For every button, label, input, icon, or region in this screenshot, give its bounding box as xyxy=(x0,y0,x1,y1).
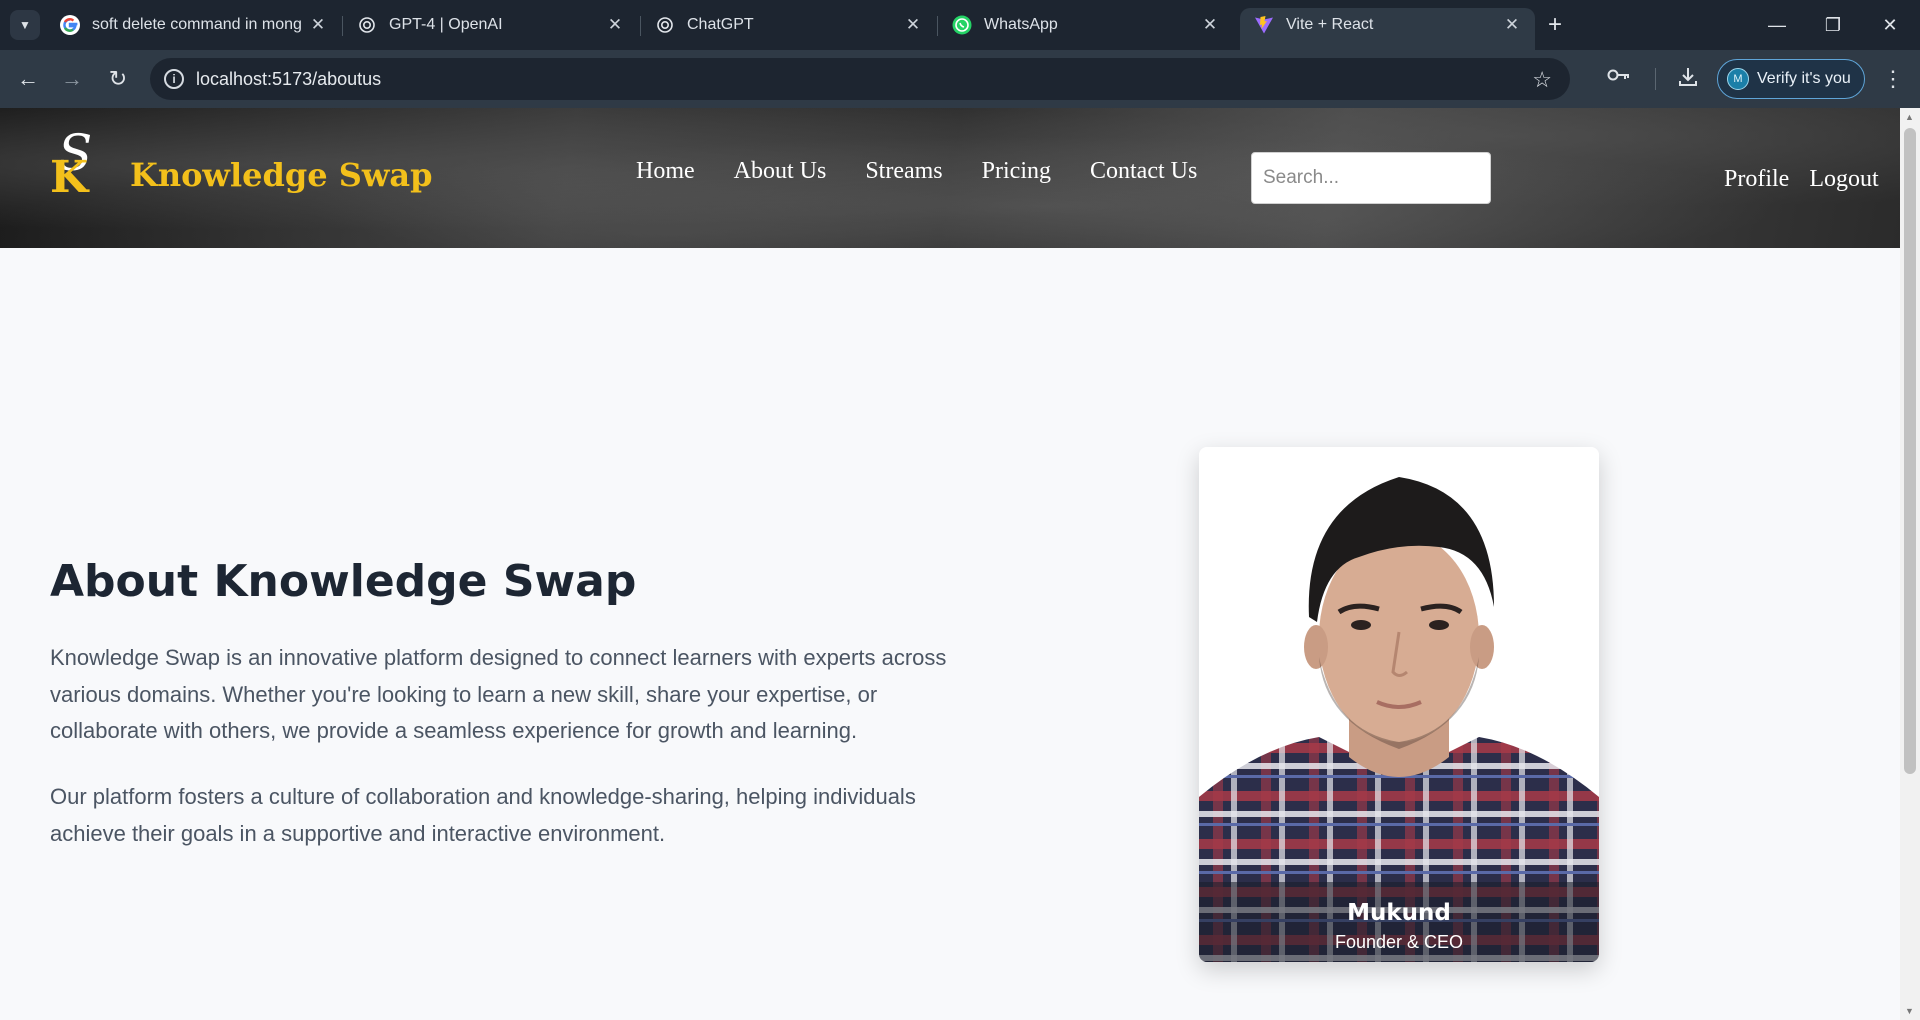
tab-title: Vite + React xyxy=(1286,16,1374,33)
profile-avatar: M xyxy=(1727,68,1749,90)
tab-title: ChatGPT xyxy=(687,16,754,33)
minimize-button[interactable]: — xyxy=(1762,10,1792,40)
scroll-up-icon[interactable]: ▲ xyxy=(1905,112,1914,122)
tab-title: soft delete command in mongo xyxy=(92,16,301,33)
profile-link[interactable]: Profile xyxy=(1724,166,1789,193)
scroll-thumb[interactable] xyxy=(1904,128,1916,774)
more-options-icon[interactable]: ⋮ xyxy=(1882,66,1904,92)
browser-tab[interactable]: WhatsApp ✕ xyxy=(938,8,1233,42)
arrow-right-icon: → xyxy=(61,66,83,91)
founder-caption: Mukund Founder & CEO xyxy=(1199,882,1599,962)
restore-button[interactable]: ❐ xyxy=(1818,10,1848,40)
close-icon[interactable]: ✕ xyxy=(904,15,922,35)
close-window-button[interactable]: ✕ xyxy=(1875,10,1905,40)
tab-search-button[interactable]: ▼ xyxy=(10,10,40,40)
url-text[interactable]: localhost:5173/aboutus xyxy=(196,69,381,90)
browser-tab-strip: ▼ soft delete command in mongo ✕ GPT-4 |… xyxy=(0,0,1920,50)
about-paragraph-2: Our platform fosters a culture of collab… xyxy=(50,784,916,846)
founder-role: Founder & CEO xyxy=(1334,932,1464,952)
nav-link-about-us[interactable]: About Us xyxy=(734,158,827,185)
plus-icon: + xyxy=(1547,11,1562,38)
tab-title: GPT-4 | OpenAI xyxy=(389,16,503,33)
logo-letter-k: K xyxy=(50,152,89,203)
back-button[interactable]: ← xyxy=(12,63,44,95)
founder-card: Mukund Founder & CEO xyxy=(1199,447,1599,962)
new-tab-button[interactable]: + xyxy=(1541,11,1569,39)
browser-toolbar: ← → ↻ i localhost:5173/aboutus ☆ M Verif… xyxy=(0,50,1920,108)
browser-tab-active[interactable]: Vite + React ✕ xyxy=(1240,8,1535,50)
verify-identity-button[interactable]: M Verify it's you xyxy=(1717,59,1865,99)
search-input[interactable] xyxy=(1251,152,1491,204)
close-icon[interactable]: ✕ xyxy=(606,15,624,35)
close-icon[interactable]: ✕ xyxy=(1503,15,1521,35)
star-icon[interactable]: ☆ xyxy=(1532,67,1552,93)
restore-icon: ❐ xyxy=(1824,14,1842,35)
reload-icon: ↻ xyxy=(108,66,128,91)
reload-button[interactable]: ↻ xyxy=(102,63,134,95)
scroll-down-icon[interactable]: ▼ xyxy=(1905,1006,1914,1016)
minimize-icon: — xyxy=(1768,14,1786,35)
site-info-icon[interactable]: i xyxy=(164,69,184,89)
whatsapp-icon xyxy=(952,15,972,35)
founder-name: Mukund xyxy=(1347,900,1451,926)
site-header: S K Knowledge Swap Home About Us Streams… xyxy=(0,108,1900,248)
brand-name[interactable]: Knowledge Swap xyxy=(130,156,433,194)
nav-link-pricing[interactable]: Pricing xyxy=(982,158,1051,185)
openai-icon xyxy=(655,15,675,35)
about-paragraph-1: Knowledge Swap is an innovative platform… xyxy=(50,645,947,743)
nav-link-streams[interactable]: Streams xyxy=(865,158,942,185)
browser-tab[interactable]: GPT-4 | OpenAI ✕ xyxy=(343,8,638,42)
site-logo[interactable]: S K xyxy=(48,124,98,203)
logout-link[interactable]: Logout xyxy=(1809,166,1878,193)
toolbar-divider xyxy=(1655,68,1656,90)
nav-link-home[interactable]: Home xyxy=(636,158,695,185)
google-icon xyxy=(60,15,80,35)
main-nav: Home About Us Streams Pricing Contact Us xyxy=(636,158,1236,185)
close-icon[interactable]: ✕ xyxy=(309,15,327,35)
tab-title: WhatsApp xyxy=(984,16,1058,33)
arrow-left-icon: ← xyxy=(17,66,39,91)
address-bar[interactable]: i localhost:5173/aboutus ☆ xyxy=(150,58,1570,100)
browser-tab[interactable]: ChatGPT ✕ xyxy=(641,8,936,42)
download-icon[interactable] xyxy=(1677,66,1699,94)
nav-link-contact-us[interactable]: Contact Us xyxy=(1090,158,1197,185)
page-title: About Knowledge Swap xyxy=(50,556,637,607)
close-icon[interactable]: ✕ xyxy=(1201,15,1219,35)
verify-label: Verify it's you xyxy=(1757,70,1851,87)
browser-tab[interactable]: soft delete command in mongo ✕ xyxy=(46,8,341,42)
close-icon: ✕ xyxy=(1882,14,1898,35)
forward-button[interactable]: → xyxy=(56,63,88,95)
user-links: Profile Logout xyxy=(1724,166,1899,193)
chevron-down-icon: ▼ xyxy=(19,18,31,32)
password-key-icon[interactable] xyxy=(1607,66,1631,89)
page-scrollbar[interactable]: ▲ ▼ xyxy=(1900,108,1920,1020)
vite-icon xyxy=(1254,15,1274,35)
openai-icon xyxy=(357,15,377,35)
